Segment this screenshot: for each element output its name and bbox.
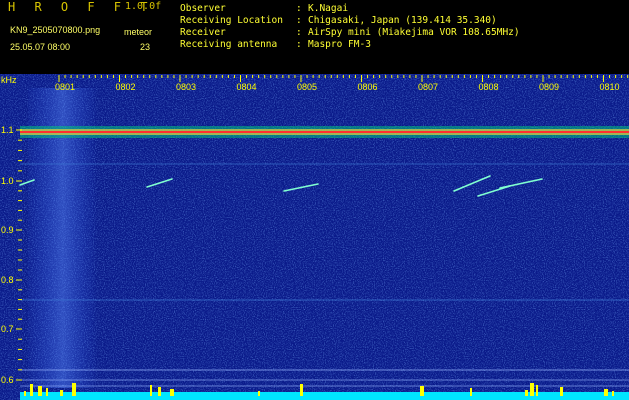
burst-mark [536, 385, 538, 396]
x-tick-label: 0806 [357, 82, 377, 92]
y-tick-label: 0.9 [1, 225, 14, 235]
spectrogram-canvas: kHz 1.1 1.0 0.9 0.8 0.7 0.6 0801 0802 0803 0804 080… [0, 74, 629, 400]
x-tick-label: 0802 [115, 82, 135, 92]
info-key-receiver: Receiver [180, 27, 226, 38]
y-tick-label: 1.1 [1, 125, 14, 135]
y-tick-label: 0.8 [1, 275, 14, 285]
info-key-observer: Observer [180, 3, 226, 14]
burst-mark [525, 390, 528, 396]
burst-mark [38, 386, 42, 396]
burst-mark [60, 390, 63, 396]
burst-mark [258, 391, 260, 396]
burst-mark [24, 391, 26, 396]
burst-mark [46, 388, 48, 396]
file-name: KN9_2505070800.png [10, 25, 101, 35]
burst-mark [612, 391, 614, 396]
burst-mark [470, 388, 472, 396]
x-tick-label: 0803 [176, 82, 196, 92]
burst-mark [604, 389, 608, 396]
burst-mark [420, 386, 424, 396]
burst-mark [560, 387, 563, 396]
burst-mark [300, 384, 303, 396]
burst-mark [530, 383, 534, 396]
info-colon: : [296, 3, 302, 14]
y-tick-label: 0.6 [1, 375, 14, 385]
info-colon: : [296, 15, 302, 26]
info-value-location: Chigasaki, Japan (139.414 35.340) [308, 15, 497, 26]
info-key-antenna: Receiving antenna [180, 39, 278, 50]
x-tick-label: 0810 [599, 82, 619, 92]
info-colon: : [296, 39, 302, 50]
x-tick-label: 0805 [297, 82, 317, 92]
meteor-count: 23 [140, 42, 151, 52]
info-colon: : [296, 27, 302, 38]
x-tick-label: 0807 [418, 82, 438, 92]
app-version: 1.0.0f [125, 1, 162, 12]
burst-mark [72, 383, 76, 396]
burst-mark [30, 384, 33, 396]
x-tick-label: 0804 [236, 82, 256, 92]
x-tick-label: 0801 [55, 82, 75, 92]
info-value-antenna: Maspro FM-3 [308, 39, 371, 50]
y-tick-label: 0.7 [1, 324, 14, 334]
header-panel: H R O F F T 1.0.0f KN9_2505070800.png me… [0, 0, 629, 73]
info-value-receiver: AirSpy mini (Miakejima VOR 108.65MHz) [308, 27, 520, 38]
y-tick-label: 1.0 [1, 176, 14, 186]
x-tick-label: 0808 [478, 82, 498, 92]
spectrogram: kHz 1.1 1.0 0.9 0.8 0.7 0.6 0801 0802 0803 0804 080… [0, 74, 629, 400]
x-tick-label: 0809 [539, 82, 559, 92]
y-unit-label: kHz [1, 75, 17, 85]
timestamp: 25.05.07 08:00 [10, 42, 71, 52]
carrier-band [20, 126, 629, 138]
burst-mark [150, 385, 152, 396]
burst-mark [158, 387, 161, 396]
meteor-label: meteor [124, 27, 153, 37]
info-value-observer: K.Nagai [308, 3, 349, 14]
info-key-location: Receiving Location [180, 15, 283, 26]
burst-mark [170, 389, 174, 396]
